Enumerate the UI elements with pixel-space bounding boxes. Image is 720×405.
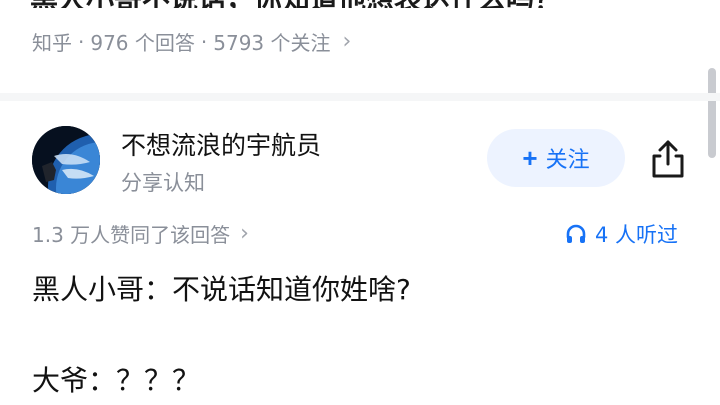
plus-icon: + [522, 143, 538, 173]
follow-button[interactable]: + 关注 [487, 129, 625, 187]
meta-dot: · [200, 29, 208, 54]
share-button[interactable] [648, 138, 688, 180]
headphones-icon [566, 224, 586, 243]
listen-summary[interactable]: 4 人听过 [565, 219, 678, 249]
section-divider [0, 93, 720, 101]
listened-text: 4 人听过 [595, 223, 679, 247]
scrollbar[interactable] [708, 68, 716, 158]
chevron-right-icon: › [342, 29, 352, 54]
answer-count: 976 个回答 [90, 31, 195, 55]
avatar-earth-image [32, 126, 100, 194]
question-meta[interactable]: 知乎 · 976 个回答 · 5793 个关注 › [32, 27, 351, 56]
follow-label: 关注 [545, 147, 590, 172]
likes-summary[interactable]: 1.3 万人赞同了该回答 › [32, 219, 249, 248]
avatar[interactable] [32, 126, 100, 194]
meta-dot: · [78, 29, 85, 54]
follower-count: 5793 个关注 [213, 31, 331, 55]
share-icon [652, 140, 684, 178]
question-title[interactable]: 黑人小哥不说话，你知道他想表达什么吗？ [30, 0, 670, 8]
chevron-right-icon: › [240, 221, 249, 246]
author-name[interactable]: 不想流浪的宇航员 [121, 126, 321, 162]
question-source: 知乎 [32, 31, 72, 55]
answer-content-line: 黑人小哥：不说话知道你姓啥? [32, 273, 411, 306]
likes-text: 1.3 万人赞同了该回答 [32, 223, 231, 247]
answer-content-line: 大爷：？？？ [32, 364, 201, 397]
author-description: 分享认知 [121, 171, 205, 195]
